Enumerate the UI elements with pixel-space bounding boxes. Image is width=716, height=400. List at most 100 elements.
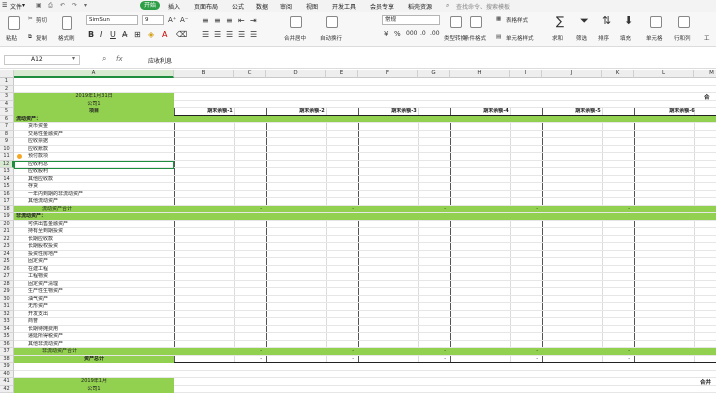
row-header[interactable]: 19 (0, 213, 14, 221)
dash-cell[interactable]: - (418, 348, 450, 356)
row-header[interactable]: 38 (0, 355, 14, 363)
column-header-h[interactable]: H (450, 70, 510, 78)
cell-a[interactable]: 生产性生物资产 (14, 288, 174, 296)
row-header[interactable]: 24 (0, 250, 14, 258)
row-header[interactable]: 34 (0, 325, 14, 333)
cell-a[interactable]: 在建工程 (14, 266, 174, 274)
column-header-i[interactable]: I (510, 70, 542, 78)
wrap-text-button[interactable]: 自动换行 (320, 34, 342, 42)
cell-a[interactable]: 公司1 (14, 100, 174, 108)
row-header[interactable]: 16 (0, 190, 14, 198)
tab-developer[interactable]: 开发工具 (332, 2, 356, 11)
row-header[interactable]: 26 (0, 265, 14, 273)
dash-cell[interactable]: - (234, 348, 266, 356)
tab-member[interactable]: 会员专享 (370, 2, 394, 11)
cell-a[interactable]: 非流动资产： (14, 213, 174, 221)
cell-button[interactable]: 单元格 (646, 34, 663, 42)
row-header[interactable]: 8 (0, 130, 14, 138)
dash-cell[interactable]: - (602, 348, 634, 356)
cell-a[interactable]: 资产总计 (14, 355, 174, 363)
sum-button[interactable]: 求和 (552, 34, 563, 42)
italic-icon[interactable]: I (100, 30, 102, 39)
row-header[interactable]: 9 (0, 138, 14, 146)
font-color-icon[interactable]: A (162, 30, 167, 39)
format-painter-button[interactable]: 格式刷 (58, 34, 75, 42)
cell-a[interactable]: 开发支出 (14, 311, 174, 319)
sort-button[interactable]: 排序 (598, 34, 609, 42)
cell-a[interactable]: 投资性房地产 (14, 251, 174, 259)
cell-a[interactable]: 交易性金融资产 (14, 131, 174, 139)
align-right-icon[interactable]: ☰ (226, 30, 233, 39)
dash-cell[interactable]: - (510, 348, 542, 356)
row-header[interactable]: 36 (0, 340, 14, 348)
table-style-button[interactable]: 表格样式 (506, 16, 528, 24)
save-icon[interactable]: ▣ (36, 2, 42, 9)
cell-a[interactable]: 流动资产： (14, 116, 174, 124)
worksheet-button[interactable]: 工 (704, 34, 710, 42)
period-header[interactable]: 期末余额-5 (542, 108, 634, 116)
cell-a[interactable]: 长期股权投资 (14, 243, 174, 251)
column-header-f[interactable]: F (358, 70, 418, 78)
conditional-format-icon[interactable] (470, 16, 482, 28)
row-header[interactable]: 11 (0, 153, 14, 161)
cell-style-button[interactable]: 单元格样式 (506, 34, 534, 42)
align-bottom-icon[interactable]: ≡ (226, 16, 233, 25)
cell-a[interactable]: 工程物资 (14, 273, 174, 281)
cell-a[interactable] (14, 371, 174, 379)
cell-a[interactable] (14, 86, 174, 94)
file-menu[interactable]: 文件 (10, 2, 22, 11)
name-box[interactable]: A12 (4, 55, 80, 65)
cell-a[interactable]: 商誉 (14, 318, 174, 326)
row-header[interactable]: 33 (0, 318, 14, 326)
row-header[interactable]: 22 (0, 235, 14, 243)
align-left-icon[interactable]: ☰ (202, 30, 209, 39)
cell-icon[interactable] (650, 16, 662, 28)
font-shrink-icon[interactable]: A⁻ (180, 16, 188, 24)
undo-icon[interactable]: ↶ (60, 2, 65, 9)
dash-cell[interactable]: - (326, 348, 358, 356)
cell-a[interactable]: 公司1 (14, 385, 174, 393)
thousands-icon[interactable]: 000 (406, 30, 417, 37)
row-header[interactable]: 41 (0, 378, 14, 386)
cell-a[interactable]: 其他应收款 (14, 176, 174, 184)
tab-formula[interactable]: 公式 (232, 2, 244, 11)
row-header[interactable]: 37 (0, 348, 14, 356)
period-header[interactable]: 期末余额-2 (266, 108, 358, 116)
tab-docer[interactable]: 稻壳资源 (408, 2, 432, 11)
select-all-corner[interactable] (0, 70, 14, 78)
chevron-down-icon[interactable]: ▾ (72, 55, 75, 62)
cell-a[interactable]: 2019年1月 (14, 378, 174, 386)
type-convert-button[interactable]: 类型转换 (444, 34, 466, 42)
row-header[interactable]: 39 (0, 363, 14, 371)
row-header[interactable]: 2 (0, 85, 14, 93)
type-convert-icon[interactable] (450, 16, 462, 28)
column-header-a[interactable]: A (14, 70, 174, 78)
column-header-d[interactable]: D (266, 70, 326, 78)
table-style-icon[interactable]: ▦ (496, 16, 501, 22)
decimal-decrease-icon[interactable]: .00 (430, 30, 440, 37)
cell-a[interactable]: 长期待摊费用 (14, 326, 174, 334)
cell-a[interactable]: 应收账款 (14, 146, 174, 154)
cell-a[interactable]: 无形资产 (14, 303, 174, 311)
column-header-c[interactable]: C (234, 70, 266, 78)
tab-home[interactable]: 开始 (140, 1, 161, 10)
copy-button[interactable]: 复制 (36, 34, 47, 42)
dash-cell[interactable]: - (234, 356, 266, 364)
tab-review[interactable]: 审阅 (280, 2, 292, 11)
tab-data[interactable]: 数据 (256, 2, 268, 11)
cell-a[interactable] (14, 363, 174, 371)
dash-cell[interactable]: - (694, 206, 716, 214)
row-header[interactable]: 6 (0, 115, 14, 123)
fx-icon[interactable]: fx (116, 55, 123, 63)
column-header-b[interactable]: B (174, 70, 234, 78)
column-header-e[interactable]: E (326, 70, 358, 78)
cell-a[interactable]: 递延所得税资产 (14, 333, 174, 341)
currency-icon[interactable]: ¥ (384, 30, 388, 38)
cell-a[interactable]: 应收票据 (14, 138, 174, 146)
font-grow-icon[interactable]: A⁺ (168, 16, 176, 24)
dash-cell[interactable]: - (602, 356, 634, 364)
indent-increase-icon[interactable]: ⇥ (250, 16, 257, 25)
dash-cell[interactable]: - (510, 356, 542, 364)
align-center-icon[interactable]: ☰ (214, 30, 221, 39)
row-header[interactable]: 31 (0, 303, 14, 311)
